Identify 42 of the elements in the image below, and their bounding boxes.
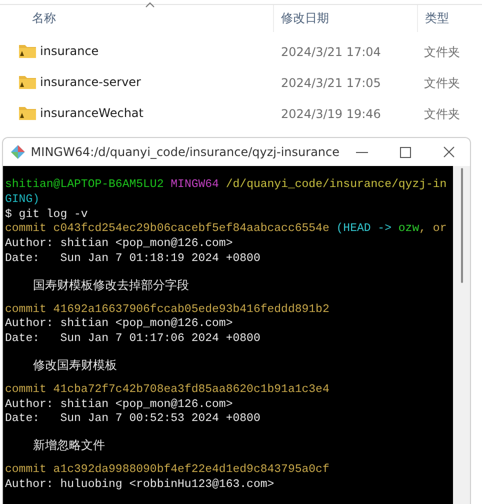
column-header[interactable]: 修改日期 — [281, 10, 329, 27]
terminal-text: Date: Sun Jan 7 00:52:53 2024 +0800 — [5, 412, 260, 426]
modified-date: 2024/3/21 17:05 — [280, 76, 381, 90]
maximize-icon — [400, 146, 412, 158]
commit-message: 修改国寿财模板 — [32, 358, 117, 372]
file-type: 文件夹 — [423, 76, 460, 90]
folder-name[interactable]: insurance — [40, 44, 99, 58]
terminal-text: commit 41cba72f7c42b708ea3fd85aa8620c1b91a1c3e4 — [5, 382, 330, 396]
folder-icon — [19, 106, 36, 120]
terminal-text: Author: shitian <pop_mon@126.com> — [5, 237, 233, 250]
file-type: 文件夹 — [423, 106, 460, 120]
terminal-text: MINGW64 — [170, 178, 220, 191]
scrollbar-thumb[interactable] — [461, 168, 463, 283]
terminal-text: GING) — [5, 192, 40, 206]
folder-name[interactable]: insuranceWechat — [40, 106, 144, 120]
commit-message: 新增忽略文件 — [32, 438, 105, 452]
folder-name[interactable]: insurance-server — [40, 74, 141, 88]
terminal-text: /d/quanyi_code/insurance/qyzj-in — [226, 178, 447, 191]
commit-message: 国寿财模板修改去掉部分字段 — [32, 278, 189, 292]
terminal-text: commit 41692a16637906fccab05ede93b416feddd891b2 — [5, 302, 330, 316]
terminal-text: Author: huluobing <robbinHu123@163.com> — [5, 478, 274, 491]
column-header[interactable]: 名称 — [32, 10, 56, 27]
folder-icon — [19, 74, 36, 88]
terminal-text: Author: shitian <pop_mon@126.com> — [5, 398, 233, 411]
close-icon — [443, 146, 456, 158]
terminal-text: (HEAD -> — [336, 222, 392, 236]
terminal-text: Author: shitian <pop_mon@126.com> — [5, 317, 233, 330]
modified-date: 2024/3/19 19:46 — [280, 107, 381, 121]
terminal-text: shitian@LAPTOP-B6AM5LU2 — [5, 178, 165, 191]
file-type: 文件夹 — [423, 44, 460, 58]
terminal-text: ozw — [398, 222, 420, 236]
window-title: MINGW64:/d/quanyi_code/insurance/qyzj-insurance — [30, 145, 340, 159]
terminal-text: commit c043fcd254ec29b06cacebf5ef84aabcacc6554e — [5, 222, 330, 236]
terminal-text: , or — [419, 222, 447, 236]
terminal-text: $ git log -v — [5, 208, 88, 221]
modified-date: 2024/3/21 17:04 — [280, 45, 381, 59]
column-header[interactable]: 类型 — [425, 10, 449, 27]
folder-icon — [19, 44, 36, 58]
terminal-text: commit a1c392da9988090bf4ef22e4d1ed9c843795a0cf — [5, 462, 330, 476]
terminal-text: Date: Sun Jan 7 01:17:06 2024 +0800 — [5, 332, 260, 346]
terminal-text: Date: Sun Jan 7 01:18:19 2024 +0800 — [5, 252, 260, 265]
diamond-icon — [11, 145, 25, 159]
